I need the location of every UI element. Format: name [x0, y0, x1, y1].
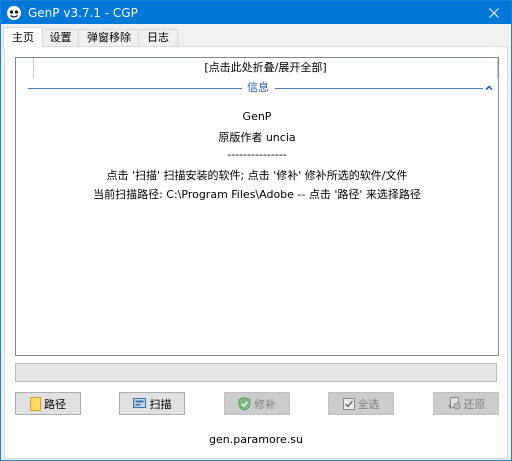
checkbox-icon [342, 397, 355, 410]
close-icon [489, 7, 499, 18]
restore-icon [447, 397, 460, 410]
info-separator: --------------- [227, 148, 287, 161]
section-divider-right [275, 88, 483, 89]
chevron-up-icon[interactable] [484, 83, 494, 93]
collapse-toggle[interactable]: [点击此处折叠/展开全部] [33, 58, 498, 78]
info-scan-path: 当前扫描路径: C:\Program Files\Adobe -- 点击 '路径… [93, 188, 421, 201]
scan-icon [132, 398, 146, 408]
genp-app-icon [7, 6, 21, 20]
info-panel: [点击此处折叠/展开全部] 信息 GenP 原版作者 uncia -------… [15, 57, 499, 356]
info-instructions: 点击 '扫描' 扫描安装的软件; 点击 '修补' 修补所选的软件/文件 [106, 169, 408, 182]
tab-popup-removal[interactable]: 弹窗移除 [78, 29, 140, 47]
path-button-label: 路径 [44, 397, 66, 411]
path-button[interactable]: 路径 [15, 392, 81, 415]
section-divider-left [28, 88, 242, 89]
restore-button[interactable]: 还原 [433, 392, 499, 415]
info-app-name: GenP [242, 110, 272, 123]
patch-button-label: 修补 [254, 397, 276, 411]
tab-home[interactable]: 主页 [3, 27, 43, 48]
patch-button[interactable]: 修补 [224, 392, 290, 415]
restore-button-label: 还原 [463, 397, 486, 411]
close-button[interactable] [477, 1, 511, 24]
progress-bar [15, 363, 497, 382]
shield-check-icon [238, 396, 251, 411]
title-bar[interactable]: GenP v3.7.1 - CGP [1, 1, 511, 24]
select-all-button[interactable]: 全选 [328, 392, 394, 415]
select-all-button-label: 全选 [357, 397, 380, 411]
scan-button-label: 扫描 [149, 397, 172, 411]
window-title: GenP v3.7.1 - CGP [28, 6, 138, 20]
tab-log[interactable]: 日志 [138, 29, 178, 47]
section-title: 信息 [247, 81, 269, 94]
app-window: GenP v3.7.1 - CGP 主页 设置 弹窗移除 日志 [点击此处折叠/… [0, 0, 512, 461]
footer-url: gen.paramore.su [209, 433, 303, 446]
info-author: 原版作者 uncia [218, 131, 296, 144]
tab-settings[interactable]: 设置 [41, 29, 80, 47]
folder-icon [30, 396, 41, 411]
scan-button[interactable]: 扫描 [119, 392, 185, 415]
tab-page-home: [点击此处折叠/展开全部] 信息 GenP 原版作者 uncia -------… [4, 46, 508, 459]
